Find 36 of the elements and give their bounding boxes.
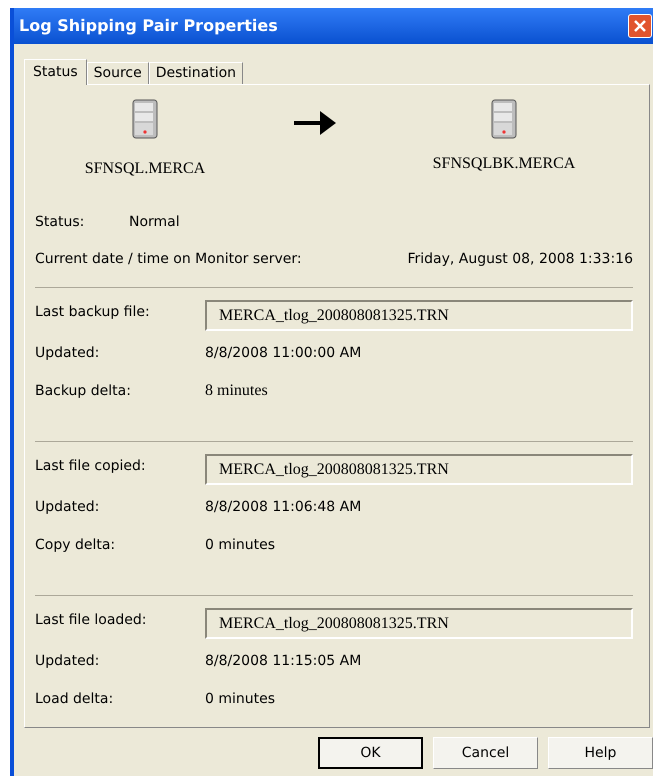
close-button[interactable] [628, 14, 652, 38]
field-label: Updated: [35, 652, 100, 670]
date-time-value: Friday, August 08, 2008 1:33:16 [407, 250, 633, 268]
server-name: SFNSQL.MERCA [84, 159, 206, 179]
field-label: Updated: [35, 498, 100, 516]
server-name: SFNSQLBK.MERCA [432, 154, 576, 174]
file-name-field[interactable]: MERCA_tlog_200808081325.TRN [205, 454, 633, 485]
field-label: Backup delta: [35, 382, 132, 400]
delta-value: 0 minutes [205, 690, 276, 708]
server-icon [491, 99, 517, 139]
updated-value: 8/8/2008 11:06:48 AM [205, 498, 362, 516]
arrow-right-icon [292, 109, 338, 137]
dialog-button[interactable]: Help [548, 737, 653, 769]
field-label: Updated: [35, 344, 100, 362]
field-label: Load delta: [35, 690, 114, 708]
field-label: Status: [35, 212, 86, 232]
updated-value: 8/8/2008 11:15:05 AM [205, 652, 362, 670]
window-title: Log Shipping Pair Properties [18, 15, 278, 37]
dialog-button[interactable]: OK [318, 737, 423, 769]
field-label: Last file copied: [35, 457, 147, 476]
status-value: Normal [129, 212, 180, 232]
file-name-field[interactable]: MERCA_tlog_200808081325.TRN [205, 608, 633, 639]
tab[interactable]: Status [24, 59, 87, 85]
delta-value: 8 minutes [205, 381, 268, 401]
tab[interactable]: Destination [148, 62, 244, 84]
dialog-button[interactable]: Cancel [433, 737, 538, 769]
tab[interactable]: Source [86, 62, 149, 84]
field-label: Last backup file: [35, 303, 151, 322]
file-name-field[interactable]: MERCA_tlog_200808081325.TRN [205, 300, 633, 331]
field-label: Current date / time on Monitor server: [35, 250, 302, 268]
updated-value: 8/8/2008 11:00:00 AM [205, 344, 362, 362]
delta-value: 0 minutes [205, 536, 276, 554]
field-label: Last file loaded: [35, 611, 148, 630]
field-label: Copy delta: [35, 536, 116, 554]
close-icon [634, 20, 646, 32]
server-icon [132, 99, 158, 139]
